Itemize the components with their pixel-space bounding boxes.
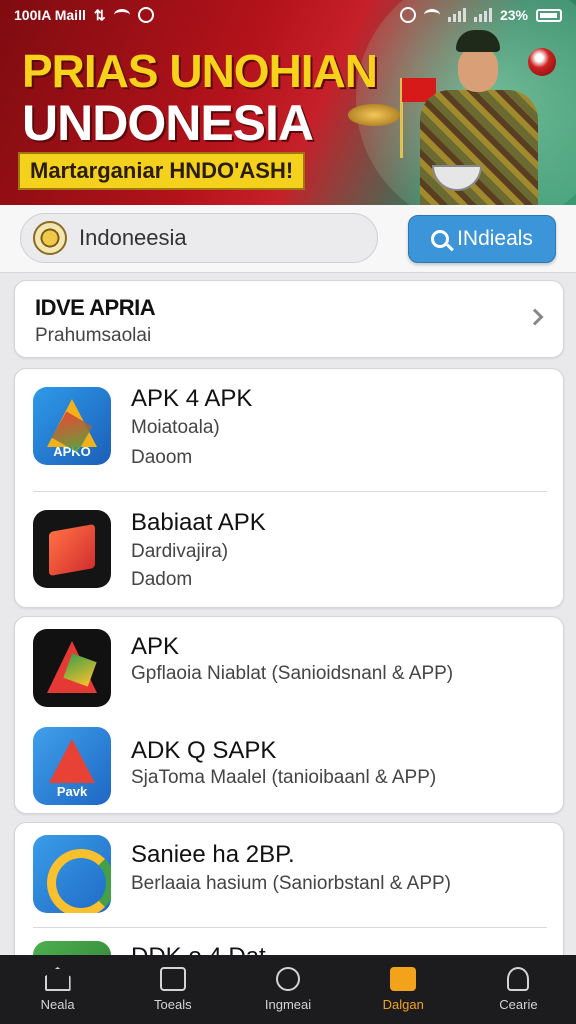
app-list-card: Saniee ha 2BP. Berlaaia hasium (Saniorbs… (14, 822, 564, 972)
banner-title: PRIAS UNOHIAN (22, 45, 378, 97)
app-category: Moiatoala) (131, 417, 220, 438)
sync-icon: ⇅ (93, 6, 106, 23)
promo-title: IDVE APRIA (35, 295, 156, 320)
app-list-item[interactable]: Saniee ha 2BP. Berlaaia hasium (Saniorbs… (15, 823, 563, 927)
chevron-right-icon (526, 308, 544, 326)
divider (33, 491, 547, 492)
wifi-status-icon (423, 9, 440, 21)
coin-image (348, 104, 400, 126)
app-icon-text: APKO (53, 444, 91, 459)
promo-subtitle: Prahumsaolai (35, 325, 152, 346)
signal-2-icon (473, 8, 492, 22)
record-icon (137, 7, 154, 23)
app-name: APK (131, 633, 180, 660)
search-field[interactable] (20, 213, 378, 263)
nav-tab-tv[interactable]: Toeals (115, 955, 230, 1024)
app-circle-icon (33, 835, 111, 913)
soldier-face (458, 48, 498, 92)
wifi-icon (113, 9, 130, 21)
app-list-item[interactable]: Babiaat APK Dardivajira) Dadom (15, 493, 563, 607)
battery-percent: 23% (499, 7, 528, 23)
apk-a-icon: APKO (33, 387, 111, 465)
app-list-item[interactable]: APKO APK 4 APK Moiatoala) Daoom (15, 369, 563, 489)
search-bar: INdieals (0, 205, 576, 273)
app-description: Gpflaoia Niablat (Sanioidsnanl & APP) (131, 663, 454, 684)
soldier-cap (456, 30, 500, 52)
search-icon (276, 967, 300, 991)
battery-icon (536, 8, 562, 22)
bag-icon (33, 510, 111, 588)
app-developer: Dadom (131, 569, 193, 590)
search-icon (431, 230, 450, 248)
search-input[interactable] (79, 225, 359, 251)
search-button[interactable]: INdieals (408, 215, 556, 263)
alarm-icon (399, 7, 416, 23)
app-list-card: APKO APK 4 APK Moiatoala) Daoom Babiaat … (14, 368, 564, 608)
garuda-emblem-icon (33, 221, 67, 255)
banner-tagline: Martarganiar HNDO'ASH! (18, 152, 306, 190)
nav-label: Ingmeai (264, 997, 312, 1012)
hero-banner[interactable]: PRIAS UNOHIAN UNDONESIA Martarganiar HND… (0, 0, 576, 205)
promo-card[interactable]: IDVE APRIA Prahumsaolai (14, 280, 564, 358)
app-icon-text: Pavk (56, 784, 88, 799)
app-name: Babiaat APK (131, 509, 266, 536)
app-list-card: APK Gpflaoia Niablat (Sanioidsnanl & APP… (14, 616, 564, 814)
soldier-uniform (420, 90, 538, 205)
app-name: APK 4 APK (131, 385, 253, 412)
app-list-item[interactable]: APK Gpflaoia Niablat (Sanioidsnanl & APP… (15, 617, 563, 717)
apk-triangle-icon (33, 629, 111, 707)
nav-label: Neala (40, 997, 75, 1012)
nav-label: Dalgan (382, 997, 424, 1012)
banner-title-country: UNDONESIA (22, 95, 314, 151)
status-bar: 100IA Maill ⇅ 23% (0, 0, 576, 30)
nav-label: Cearie (499, 997, 538, 1012)
nav-tab-clipboard[interactable]: Dalgan (346, 955, 461, 1024)
app-name: Saniee ha 2BP. (131, 841, 295, 868)
nav-tab-search[interactable]: Ingmeai (230, 955, 345, 1024)
apk-blue-icon: Pavk (33, 727, 111, 805)
bottom-navigation: Neala Toeals Ingmeai Dalgan Cearie (0, 955, 576, 1024)
clipboard-icon (390, 967, 417, 991)
app-description: SjaToma Maalel (tanioibaanl & APP) (131, 767, 437, 788)
ball-image (528, 48, 556, 76)
divider (33, 927, 547, 928)
search-button-label: INdieals (457, 227, 533, 250)
app-developer: Daoom (131, 447, 193, 468)
app-list-item[interactable]: Pavk ADK Q SAPK SjaToma Maalel (tanioiba… (15, 717, 563, 813)
nav-tab-profile[interactable]: Cearie (461, 955, 576, 1024)
tv-icon (159, 967, 186, 991)
signal-icon (447, 8, 466, 22)
nav-label: Toeals (154, 997, 192, 1012)
home-icon (44, 967, 71, 991)
profile-icon (507, 967, 530, 991)
app-category: Dardivajira) (131, 541, 229, 562)
carrier-label: 100IA Maill (14, 7, 86, 23)
soldier-illustration (412, 30, 542, 205)
nav-tab-home[interactable]: Neala (0, 955, 115, 1024)
app-description: Berlaaia hasium (Saniorbstanl & APP) (131, 873, 451, 894)
app-name: ADK Q SAPK (131, 737, 277, 764)
